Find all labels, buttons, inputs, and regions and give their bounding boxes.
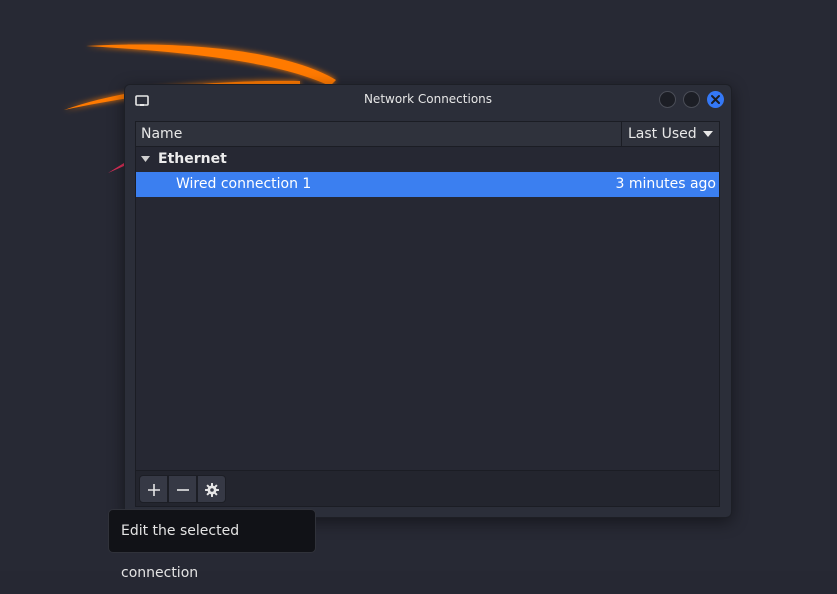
close-icon [711, 95, 720, 104]
bottom-toolbar [135, 471, 720, 507]
edit-connection-button[interactable] [197, 475, 226, 503]
list-header: Name Last Used [136, 122, 719, 147]
remove-connection-button[interactable] [168, 475, 197, 503]
group-label: Ethernet [158, 151, 227, 167]
network-connections-window: Network Connections Name Last Used Ether… [124, 84, 732, 518]
window-title: Network Connections [363, 92, 493, 106]
close-button[interactable] [707, 91, 724, 108]
titlebar[interactable]: Network Connections [125, 85, 731, 115]
connection-name: Wired connection 1 [176, 176, 312, 192]
connection-row-wired-connection-1[interactable]: Wired connection 1 3 minutes ago [136, 172, 719, 197]
minimize-button[interactable] [659, 91, 676, 108]
chevron-down-icon [703, 131, 713, 137]
connection-last-used: 3 minutes ago [615, 176, 716, 192]
triangle-down-icon[interactable] [141, 156, 150, 162]
column-header-last-used-label: Last Used [628, 126, 697, 142]
group-row-ethernet[interactable]: Ethernet [136, 147, 719, 171]
maximize-button[interactable] [683, 91, 700, 108]
add-connection-button[interactable] [139, 475, 168, 503]
gear-icon [205, 483, 219, 497]
connections-list[interactable]: Name Last Used Ethernet Wired connection… [135, 121, 720, 471]
tooltip: Edit the selected connection [108, 509, 316, 581]
minus-icon [177, 489, 189, 491]
column-header-last-used[interactable]: Last Used [623, 122, 719, 146]
plus-icon [148, 484, 160, 496]
column-header-name[interactable]: Name [136, 122, 622, 146]
